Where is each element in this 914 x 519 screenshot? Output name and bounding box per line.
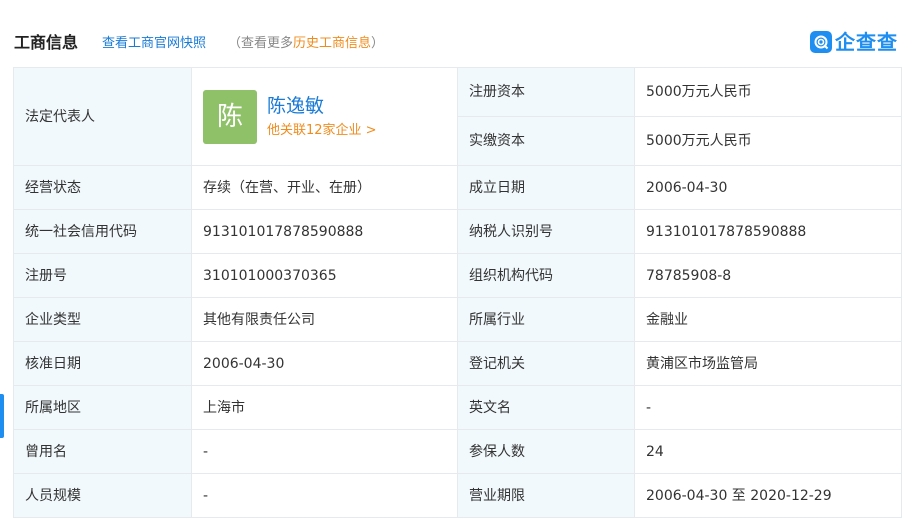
row-value: 上海市 bbox=[191, 385, 458, 430]
legal-rep-wrap: 陈 陈逸敏 他关联12家企业 > bbox=[203, 89, 457, 144]
official-snapshot-link[interactable]: 查看工商官网快照 bbox=[102, 35, 206, 53]
logo-text: 企查查 bbox=[835, 30, 898, 54]
row-label: 所属行业 bbox=[457, 297, 635, 342]
registered-capital-label: 注册资本 bbox=[457, 67, 635, 117]
registered-capital-value: 5000万元人民币 bbox=[634, 67, 902, 117]
table-row: 曾用名 - 参保人数 24 bbox=[13, 429, 902, 474]
row-value: 310101000370365 bbox=[191, 253, 458, 298]
table-row: 核准日期 2006-04-30 登记机关 黄浦区市场监管局 bbox=[13, 341, 902, 386]
row-value: 2006-04-30 bbox=[191, 341, 458, 386]
history-note: （查看更多历史工商信息） bbox=[228, 35, 384, 53]
row-value: 存续（在营、开业、在册） bbox=[191, 165, 458, 210]
table-row: 经营状态 存续（在营、开业、在册） 成立日期 2006-04-30 bbox=[13, 165, 902, 210]
legal-rep-label: 法定代表人 bbox=[13, 67, 192, 166]
legal-rep-name[interactable]: 陈逸敏 bbox=[267, 93, 377, 119]
row-label: 统一社会信用代码 bbox=[13, 209, 192, 254]
row-label: 纳税人识别号 bbox=[457, 209, 635, 254]
section-header: 工商信息 查看工商官网快照 （查看更多历史工商信息） 企查查 bbox=[0, 0, 914, 68]
row-label: 登记机关 bbox=[457, 341, 635, 386]
related-companies-link[interactable]: 他关联12家企业 > bbox=[267, 121, 377, 141]
row-value: 金融业 bbox=[634, 297, 902, 342]
row-value: 其他有限责任公司 bbox=[191, 297, 458, 342]
row-label: 英文名 bbox=[457, 385, 635, 430]
left-scroll-marker bbox=[0, 394, 4, 438]
row-value: 黄浦区市场监管局 bbox=[634, 341, 902, 386]
qichacha-logo[interactable]: 企查查 bbox=[810, 30, 898, 54]
row-label: 注册号 bbox=[13, 253, 192, 298]
row-value: 2006-04-30 bbox=[634, 165, 902, 210]
row-value: 913101017878590888 bbox=[191, 209, 458, 254]
history-suffix: ） bbox=[371, 36, 385, 51]
table-row: 注册号 310101000370365 组织机构代码 78785908-8 bbox=[13, 253, 902, 298]
legal-rep-cell: 陈 陈逸敏 他关联12家企业 > bbox=[191, 67, 458, 166]
paid-in-capital-label: 实缴资本 bbox=[457, 116, 635, 166]
table-row: 人员规模 - 营业期限 2006-04-30 至 2020-12-29 bbox=[13, 473, 902, 518]
row-label: 经营状态 bbox=[13, 165, 192, 210]
legal-rep-info: 陈逸敏 他关联12家企业 > bbox=[267, 93, 377, 141]
table-row: 法定代表人 陈 陈逸敏 他关联12家企业 > 注册资本 5000万元人民币 bbox=[13, 67, 902, 166]
table-row: 所属地区 上海市 英文名 - bbox=[13, 385, 902, 430]
business-info-table: 法定代表人 陈 陈逸敏 他关联12家企业 > 注册资本 5000万元人民币 实缴… bbox=[13, 67, 902, 518]
row-label: 核准日期 bbox=[13, 341, 192, 386]
row-label: 组织机构代码 bbox=[457, 253, 635, 298]
row-value: 2006-04-30 至 2020-12-29 bbox=[634, 473, 902, 518]
section-title: 工商信息 bbox=[14, 33, 79, 52]
row-label: 参保人数 bbox=[457, 429, 635, 474]
table-row: 统一社会信用代码 913101017878590888 纳税人识别号 91310… bbox=[13, 209, 902, 254]
avatar: 陈 bbox=[203, 89, 257, 144]
row-label: 企业类型 bbox=[13, 297, 192, 342]
history-info-link[interactable]: 历史工商信息 bbox=[293, 36, 371, 51]
history-prefix: （查看更多 bbox=[228, 36, 294, 51]
row-value: 78785908-8 bbox=[634, 253, 902, 298]
row-value: 913101017878590888 bbox=[634, 209, 902, 254]
row-label: 成立日期 bbox=[457, 165, 635, 210]
row-label: 所属地区 bbox=[13, 385, 192, 430]
row-value: - bbox=[634, 385, 902, 430]
paid-in-capital-value: 5000万元人民币 bbox=[634, 116, 902, 166]
qichacha-logo-icon bbox=[810, 31, 832, 53]
row-value: - bbox=[191, 429, 458, 474]
row-label: 人员规模 bbox=[13, 473, 192, 518]
row-label: 曾用名 bbox=[13, 429, 192, 474]
row-label: 营业期限 bbox=[457, 473, 635, 518]
table-row: 企业类型 其他有限责任公司 所属行业 金融业 bbox=[13, 297, 902, 342]
row-value: 24 bbox=[634, 429, 902, 474]
row-value: - bbox=[191, 473, 458, 518]
